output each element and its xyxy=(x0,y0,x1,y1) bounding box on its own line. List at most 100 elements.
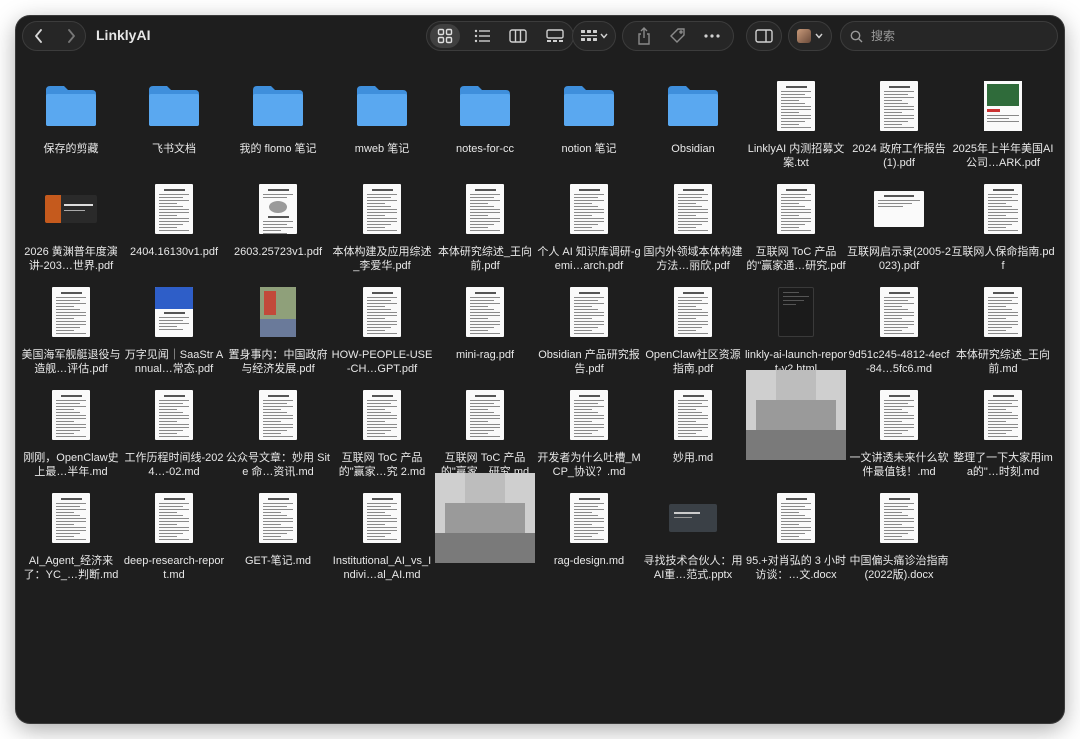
file-item[interactable]: 2025年上半年美国AI公司…ARK.pdf xyxy=(953,76,1053,176)
file-item[interactable]: 中国偏头痛诊治指南(2022版).docx xyxy=(849,488,949,588)
file-item[interactable]: 95.+对肖弘的 3 小时访谈：…文.docx xyxy=(746,488,846,588)
file-item[interactable]: 互联网启示录(2005-2023).pdf xyxy=(847,179,951,279)
file-item[interactable]: 美国海军舰艇退役与造舰…评估.pdf xyxy=(21,282,121,382)
document-thumbnail xyxy=(984,81,1022,131)
more-button[interactable] xyxy=(697,24,727,48)
item-thumbnail xyxy=(435,473,535,563)
file-item[interactable]: 互联网 ToC 产品的"赢家…研究.md xyxy=(435,385,535,485)
file-item[interactable]: 寻找技术合伙人：用AI重…范式.pptx xyxy=(643,488,743,588)
file-item[interactable]: 一文讲透未来什么软件最值钱！.md xyxy=(849,385,949,485)
document-thumbnail xyxy=(880,287,918,337)
folder-item[interactable]: Obsidian xyxy=(643,76,743,176)
toolbar: LinklyAI xyxy=(16,16,1064,58)
finder-window: LinklyAI 搜索 保存的剪藏 飞书文档 我的 flomo 笔记 mweb … xyxy=(16,16,1064,723)
file-item[interactable]: deep-research-report.md xyxy=(124,488,224,588)
search-input[interactable] xyxy=(869,26,1049,46)
item-label: 中国偏头痛诊治指南(2022版).docx xyxy=(849,555,949,581)
file-item[interactable]: 刚刚，OpenClaw史上最…半年.md xyxy=(21,385,121,485)
column-view-button[interactable] xyxy=(503,24,533,48)
item-label: notion 笔记 xyxy=(561,143,617,155)
file-item[interactable]: 国内外领域本体构建方法…丽欣.pdf xyxy=(643,179,743,279)
file-item[interactable]: 置身事内：中国政府与经济发展.pdf xyxy=(228,282,328,382)
item-label: 公众号文章：妙用 Site 命…资讯.md xyxy=(226,452,330,478)
item-thumbnail xyxy=(953,179,1053,239)
action-buttons xyxy=(622,21,734,51)
item-thumbnail xyxy=(332,282,432,342)
folder-icon xyxy=(253,86,303,126)
folder-item[interactable]: mweb 笔记 xyxy=(332,76,432,176)
file-item[interactable]: 工作历程时间线-2024…-02.md xyxy=(124,385,224,485)
grid-view-button[interactable] xyxy=(430,24,460,48)
file-item[interactable]: mini-rag.pdf xyxy=(435,282,535,382)
file-item[interactable]: 开发者为什么吐槽_MCP_协议？.md xyxy=(537,385,641,485)
document-thumbnail xyxy=(52,287,90,337)
tag-button[interactable] xyxy=(663,24,693,48)
item-label: notes-for-cc xyxy=(455,143,515,155)
file-item[interactable]: 本体构建及应用综述_李爱华.pdf xyxy=(332,179,432,279)
file-item[interactable]: Obsidian 产品研究报告.pdf xyxy=(538,282,640,382)
file-item[interactable]: 2603.25723v1.pdf xyxy=(228,179,328,279)
file-item[interactable]: 2026 黄渊普年度演讲-203…世界.pdf xyxy=(21,179,121,279)
folder-item[interactable]: notes-for-cc xyxy=(435,76,535,176)
presentation-thumbnail xyxy=(669,504,717,532)
file-item[interactable]: 妙用.md xyxy=(643,385,743,485)
folder-icon xyxy=(668,86,718,126)
item-thumbnail xyxy=(849,282,949,342)
back-button[interactable] xyxy=(23,22,55,50)
group-by-button[interactable] xyxy=(572,21,616,51)
file-item[interactable]: 本体研究综述_王向前.pdf xyxy=(435,179,535,279)
list-view-button[interactable] xyxy=(467,24,497,48)
item-thumbnail xyxy=(228,179,328,239)
document-thumbnail xyxy=(570,390,608,440)
sidebar-toggle-button[interactable] xyxy=(746,21,782,51)
item-thumbnail xyxy=(953,385,1053,445)
item-thumbnail xyxy=(539,385,639,445)
file-item[interactable]: 互联网 ToC 产品的"赢家通…研究.pdf xyxy=(746,179,846,279)
file-item[interactable]: 互联网 ToC 产品的"赢家…究 2.md xyxy=(332,385,432,485)
file-item[interactable]: GET-笔记.md xyxy=(228,488,328,588)
folder-icon xyxy=(46,86,96,126)
file-item[interactable] xyxy=(435,473,535,588)
file-item[interactable]: LinklyAI 内测招募文案.txt xyxy=(746,76,846,176)
gallery-view-button[interactable] xyxy=(540,24,570,48)
file-item[interactable]: Institutional_AI_vs_Indivi…al_AI.md xyxy=(332,488,432,588)
profile-button[interactable] xyxy=(788,21,832,51)
file-item[interactable]: 整理了一下大家用ima的"…时刻.md xyxy=(953,385,1053,485)
view-switcher xyxy=(426,21,574,51)
item-thumbnail xyxy=(849,385,949,445)
forward-button[interactable] xyxy=(55,22,87,50)
document-thumbnail xyxy=(155,287,193,337)
file-item[interactable]: HOW-PEOPLE-USE-CH…GPT.pdf xyxy=(332,282,432,382)
item-label: 2024 政府工作报告(1).pdf xyxy=(852,143,946,169)
file-item[interactable]: 2024 政府工作报告(1).pdf xyxy=(849,76,949,176)
file-item[interactable]: 本体研究综述_王向前.md xyxy=(953,282,1053,382)
item-label: HOW-PEOPLE-USE-CH…GPT.pdf xyxy=(331,349,433,375)
file-item[interactable]: 公众号文章：妙用 Site 命…资讯.md xyxy=(226,385,330,485)
item-thumbnail xyxy=(643,385,743,445)
file-item[interactable]: 万字见闻｜SaaStr Annual…常态.pdf xyxy=(124,282,224,382)
folder-item[interactable]: 我的 flomo 笔记 xyxy=(228,76,328,176)
folder-item[interactable]: 保存的剪藏 xyxy=(21,76,121,176)
file-item[interactable]: AI_Agent_经济来了：YC_…判断.md xyxy=(21,488,121,588)
share-button[interactable] xyxy=(629,24,659,48)
file-item[interactable]: rag-design.md xyxy=(539,488,639,588)
folder-item[interactable]: 飞书文档 xyxy=(124,76,224,176)
item-thumbnail xyxy=(435,282,535,342)
file-item[interactable]: OpenClaw社区资源指南.pdf xyxy=(643,282,743,382)
file-item[interactable]: 9d51c245-4812-4ecf-84…5fc6.md xyxy=(849,282,949,382)
item-label: 寻找技术合伙人：用AI重…范式.pptx xyxy=(643,555,743,581)
item-label: mweb 笔记 xyxy=(354,143,410,155)
document-thumbnail xyxy=(570,287,608,337)
document-thumbnail xyxy=(570,184,608,234)
file-item[interactable] xyxy=(746,370,846,485)
file-item[interactable]: linkly-ai-launch-report-v2.html xyxy=(745,282,847,382)
file-item[interactable]: 互联网人保命指南.pdf xyxy=(951,179,1055,279)
file-item[interactable]: 2404.16130v1.pdf xyxy=(124,179,224,279)
folder-item[interactable]: notion 笔记 xyxy=(539,76,639,176)
document-thumbnail xyxy=(777,493,815,543)
item-label: OpenClaw社区资源指南.pdf xyxy=(645,349,741,375)
item-label: 互联网人保命指南.pdf xyxy=(951,246,1055,272)
file-item[interactable]: 个人 AI 知识库调研-gemi…arch.pdf xyxy=(537,179,641,279)
item-thumbnail xyxy=(21,385,121,445)
item-thumbnail xyxy=(643,282,743,342)
